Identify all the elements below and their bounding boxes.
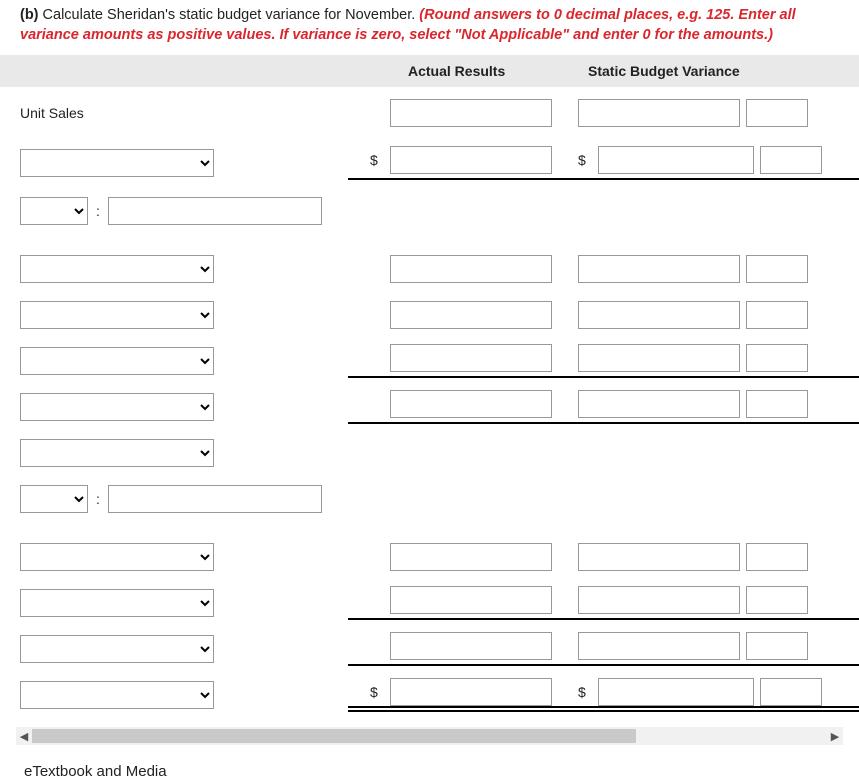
line-7-variance-type-input[interactable] xyxy=(746,543,808,571)
line-3-account-select[interactable] xyxy=(20,301,214,329)
line-3-variance-input[interactable] xyxy=(578,301,740,329)
section-1-prefix-select[interactable] xyxy=(20,197,88,225)
line-10-actual-input[interactable] xyxy=(390,678,552,706)
unit-sales-variance-type-input[interactable] xyxy=(746,99,808,127)
line-7-variance-input[interactable] xyxy=(578,543,740,571)
line-8-variance-type-input[interactable] xyxy=(746,586,808,614)
row-line-1: $ $ xyxy=(0,143,859,183)
line-4-variance-input[interactable] xyxy=(578,344,740,372)
column-header-actual: Actual Results xyxy=(348,63,578,79)
column-header-variance: Static Budget Variance xyxy=(578,63,859,79)
line-5-account-select[interactable] xyxy=(20,393,214,421)
line-2-account-select[interactable] xyxy=(20,255,214,283)
unit-sales-variance-input[interactable] xyxy=(578,99,740,127)
section-2-prefix-select[interactable] xyxy=(20,485,88,513)
row-line-4 xyxy=(0,343,859,379)
line-1-variance-input[interactable] xyxy=(598,146,754,174)
row-line-3 xyxy=(0,297,859,333)
scroll-left-arrow-icon[interactable]: ◀ xyxy=(16,728,32,744)
line-3-variance-type-input[interactable] xyxy=(746,301,808,329)
prompt-plain: Calculate Sheridan's static budget varia… xyxy=(39,7,420,23)
line-5-variance-input[interactable] xyxy=(578,390,740,418)
line-8-actual-input[interactable] xyxy=(390,586,552,614)
colon: : xyxy=(94,491,102,507)
row-line-9 xyxy=(0,631,859,667)
line-2-variance-input[interactable] xyxy=(578,255,740,283)
line-4-actual-input[interactable] xyxy=(390,344,552,372)
row-line-5 xyxy=(0,389,859,425)
column-header-row: Actual Results Static Budget Variance xyxy=(0,55,859,87)
scroll-right-arrow-icon[interactable]: ▶ xyxy=(827,728,843,744)
scroll-track[interactable] xyxy=(32,729,827,743)
etextbook-and-media-link[interactable]: eTextbook and Media xyxy=(24,763,859,780)
line-7-account-select[interactable] xyxy=(20,543,214,571)
line-6-account-select[interactable] xyxy=(20,439,214,467)
part-label: (b) xyxy=(20,7,39,23)
dollar-sign: $ xyxy=(370,152,384,168)
section-1-label-input[interactable] xyxy=(108,197,322,225)
line-2-actual-input[interactable] xyxy=(390,255,552,283)
dollar-sign: $ xyxy=(370,684,384,700)
line-8-account-select[interactable] xyxy=(20,589,214,617)
scroll-thumb[interactable] xyxy=(32,729,636,743)
colon: : xyxy=(94,203,102,219)
line-10-account-select[interactable] xyxy=(20,681,214,709)
row-line-2 xyxy=(0,251,859,287)
line-1-variance-type-input[interactable] xyxy=(760,146,822,174)
line-5-variance-type-input[interactable] xyxy=(746,390,808,418)
line-2-variance-type-input[interactable] xyxy=(746,255,808,283)
row-line-10: $ $ xyxy=(0,677,859,713)
row-line-8 xyxy=(0,585,859,621)
dollar-sign: $ xyxy=(578,152,592,168)
line-1-actual-input[interactable] xyxy=(390,146,552,174)
line-3-actual-input[interactable] xyxy=(390,301,552,329)
line-7-actual-input[interactable] xyxy=(390,543,552,571)
line-4-account-select[interactable] xyxy=(20,347,214,375)
line-9-account-select[interactable] xyxy=(20,635,214,663)
question-instructions: (b) Calculate Sheridan's static budget v… xyxy=(0,0,859,55)
row-line-6 xyxy=(0,435,859,471)
row-unit-sales: Unit Sales xyxy=(0,93,859,133)
line-8-variance-input[interactable] xyxy=(578,586,740,614)
line-9-variance-input[interactable] xyxy=(578,632,740,660)
line-4-variance-type-input[interactable] xyxy=(746,344,808,372)
horizontal-scrollbar[interactable]: ◀ ▶ xyxy=(16,727,843,745)
line-10-variance-input[interactable] xyxy=(598,678,754,706)
section-2-label-input[interactable] xyxy=(108,485,322,513)
row-line-7 xyxy=(0,539,859,575)
row-section-2: : xyxy=(0,481,859,517)
unit-sales-actual-input[interactable] xyxy=(390,99,552,127)
unit-sales-label: Unit Sales xyxy=(20,105,84,121)
line-10-variance-type-input[interactable] xyxy=(760,678,822,706)
line-1-account-select[interactable] xyxy=(20,149,214,177)
dollar-sign: $ xyxy=(578,684,592,700)
line-5-actual-input[interactable] xyxy=(390,390,552,418)
row-section-1: : xyxy=(0,193,859,229)
answer-grid: Actual Results Static Budget Variance Un… xyxy=(0,55,859,713)
line-9-variance-type-input[interactable] xyxy=(746,632,808,660)
line-9-actual-input[interactable] xyxy=(390,632,552,660)
